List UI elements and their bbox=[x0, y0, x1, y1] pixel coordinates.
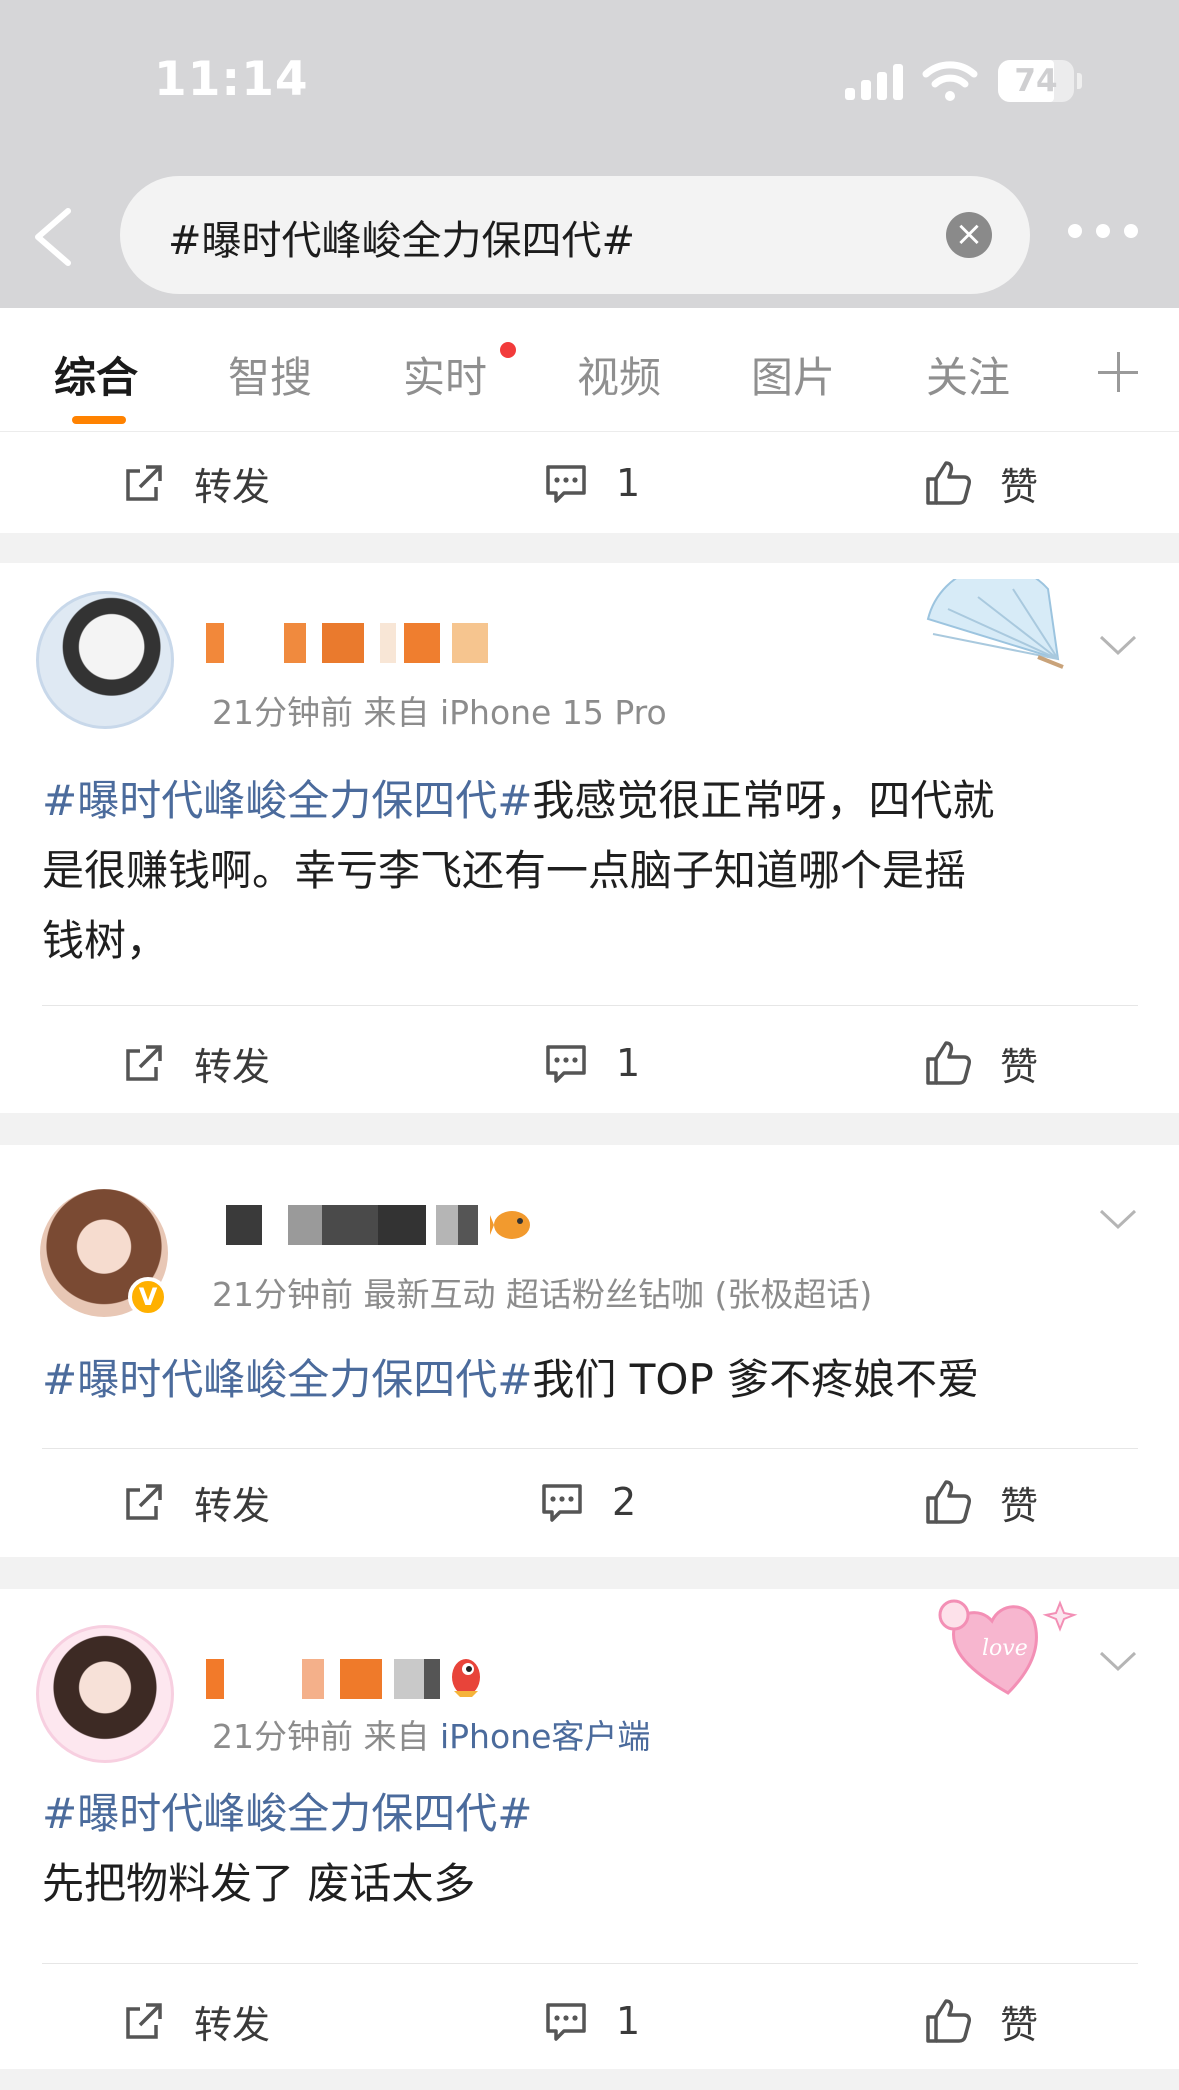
thumbs-up-icon bbox=[926, 1999, 971, 2043]
comment-button[interactable]: 1 bbox=[544, 1035, 640, 1091]
repost-button[interactable]: 转发 bbox=[122, 455, 270, 511]
divider bbox=[42, 1005, 1138, 1006]
post-actions: 转发 2 赞 bbox=[0, 1452, 1179, 1552]
avatar[interactable] bbox=[36, 1625, 174, 1763]
battery-cap bbox=[1077, 73, 1082, 89]
tab-bar: 综合 智搜 实时 视频 图片 关注 bbox=[0, 308, 1179, 432]
post-actions: 转发 1 赞 bbox=[0, 1013, 1179, 1113]
status-time: 11:14 bbox=[154, 52, 309, 107]
back-icon[interactable] bbox=[28, 205, 78, 269]
comment-button[interactable]: 1 bbox=[544, 1993, 640, 2049]
fan-decoration-icon bbox=[926, 579, 1064, 669]
tab-realtime[interactable]: 实时 bbox=[403, 344, 487, 405]
tab-comprehensive[interactable]: 综合 bbox=[54, 344, 138, 405]
post-text: #曝时代峰峻全力保四代#我感觉很正常呀，四代就 是很赚钱啊。幸亏李飞还有一点脑子… bbox=[42, 776, 995, 965]
avatar[interactable] bbox=[36, 591, 174, 729]
post-meta: 21分钟前 最新互动 超话粉丝钻咖 (张极超话) bbox=[212, 1275, 873, 1314]
feed-separator bbox=[0, 1557, 1179, 1589]
comment-button[interactable]: 2 bbox=[540, 1474, 636, 1530]
cellular-signal-icon bbox=[845, 62, 905, 100]
fish-badge-icon bbox=[490, 1211, 530, 1239]
new-content-dot bbox=[500, 342, 516, 358]
post-text: #曝时代峰峻全力保四代#我们 TOP 爹不疼娘不爱 bbox=[42, 1355, 980, 1404]
thumbs-up-icon bbox=[926, 461, 971, 505]
tab-video[interactable]: 视频 bbox=[577, 344, 661, 405]
feed-separator bbox=[0, 533, 1179, 563]
topic-link[interactable]: #曝时代峰峻全力保四代# bbox=[42, 1355, 532, 1404]
comment-button[interactable]: 1 bbox=[544, 455, 640, 511]
repost-button[interactable]: 转发 bbox=[122, 1474, 270, 1530]
divider bbox=[42, 1448, 1138, 1449]
tab-smart-search[interactable]: 智搜 bbox=[228, 344, 312, 405]
search-query: #曝时代峰峻全力保四代# bbox=[168, 218, 636, 264]
thumbs-up-icon bbox=[926, 1480, 971, 1524]
post-text: #曝时代峰峻全力保四代# 先把物料发了 废话太多 bbox=[42, 1779, 1142, 1919]
username-blurred[interactable] bbox=[206, 1659, 486, 1699]
chevron-down-icon[interactable] bbox=[1098, 633, 1138, 657]
source-link[interactable]: iPhone客户端 bbox=[440, 1717, 650, 1756]
divider bbox=[42, 1963, 1138, 1964]
repost-icon bbox=[126, 1045, 162, 1081]
repost-button[interactable]: 转发 bbox=[122, 1035, 270, 1091]
repost-button[interactable]: 转发 bbox=[122, 1993, 270, 2049]
repost-icon bbox=[126, 2003, 162, 2039]
like-button[interactable]: 赞 bbox=[924, 455, 1038, 511]
clear-search-icon[interactable]: × bbox=[946, 212, 992, 258]
chevron-down-icon[interactable] bbox=[1098, 1649, 1138, 1673]
search-header: 11:14 74 #曝时代峰峻全力保四代# × bbox=[0, 0, 1179, 308]
wifi-icon bbox=[922, 61, 978, 101]
love-sticker-icon: love bbox=[938, 1599, 1078, 1695]
post-actions: 转发 1 赞 bbox=[0, 433, 1179, 533]
search-input[interactable]: #曝时代峰峻全力保四代# × bbox=[120, 176, 1030, 294]
chevron-down-icon[interactable] bbox=[1098, 1207, 1138, 1231]
feed-separator bbox=[0, 2069, 1179, 2090]
feed-post[interactable]: love 21分钟前 来自 iPhone客户端 #曝时代峰峻全力保四代# 先把物… bbox=[0, 1589, 1179, 2071]
feed-post[interactable]: 21分钟前 来自 iPhone 15 Pro #曝时代峰峻全力保四代#我感觉很正… bbox=[0, 563, 1179, 1113]
feed-post[interactable]: V 21分钟前 最新互动 超话粉丝钻咖 (张极超话) #曝时代峰峻全力保四代#我… bbox=[0, 1145, 1179, 1557]
tab-images[interactable]: 图片 bbox=[751, 344, 835, 405]
topic-link[interactable]: #曝时代峰峻全力保四代# bbox=[42, 776, 532, 825]
topic-link[interactable]: #曝时代峰峻全力保四代# bbox=[42, 1779, 1142, 1849]
post-meta: 21分钟前 来自 iPhone 15 Pro bbox=[212, 693, 667, 732]
active-tab-indicator bbox=[72, 416, 126, 424]
comment-icon bbox=[546, 2003, 586, 2041]
comment-icon bbox=[542, 1484, 582, 1522]
feed-separator bbox=[0, 1113, 1179, 1145]
repost-icon bbox=[126, 1484, 162, 1520]
comment-icon bbox=[546, 1045, 586, 1083]
verified-badge-icon: V bbox=[128, 1277, 168, 1317]
tab-following[interactable]: 关注 bbox=[926, 344, 1010, 405]
parrot-badge-icon bbox=[452, 1659, 480, 1697]
more-options-icon[interactable] bbox=[1068, 224, 1138, 238]
post-actions: 转发 1 赞 bbox=[0, 1971, 1179, 2071]
repost-icon bbox=[126, 465, 162, 501]
like-button[interactable]: 赞 bbox=[924, 1993, 1038, 2049]
thumbs-up-icon bbox=[926, 1041, 971, 1085]
username-blurred[interactable] bbox=[206, 623, 506, 663]
post-meta: 21分钟前 来自 iPhone客户端 bbox=[212, 1717, 651, 1756]
like-button[interactable]: 赞 bbox=[924, 1474, 1038, 1530]
comment-icon bbox=[546, 465, 586, 503]
svg-text:love: love bbox=[982, 1636, 1028, 1661]
battery-indicator: 74 bbox=[998, 60, 1074, 102]
like-button[interactable]: 赞 bbox=[924, 1035, 1038, 1091]
add-tab-icon[interactable] bbox=[1098, 352, 1138, 392]
